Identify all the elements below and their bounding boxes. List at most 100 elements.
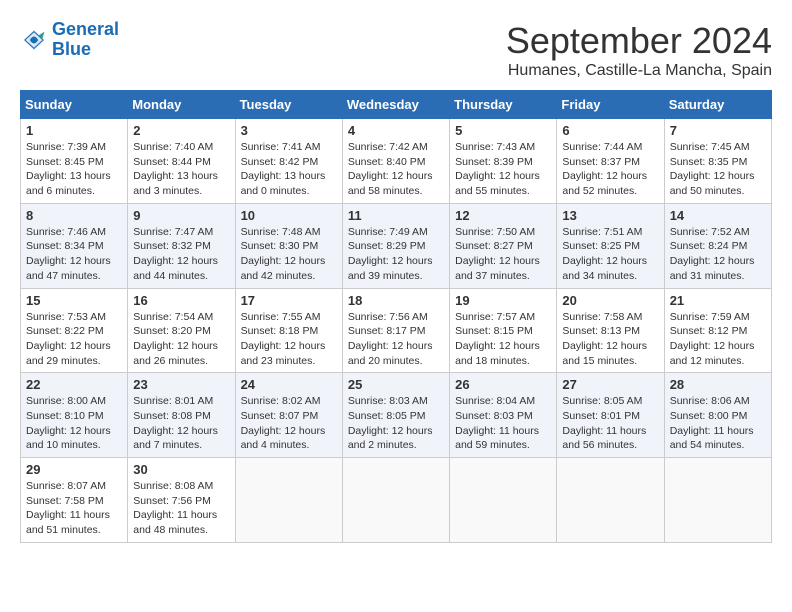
day-number: 13 [562,208,658,223]
main-title: September 2024 [506,20,772,62]
logo-text: General Blue [52,20,119,60]
day-number: 21 [670,293,766,308]
day-number: 9 [133,208,229,223]
calendar-cell: 20 Sunrise: 7:58 AM Sunset: 8:13 PM Dayli… [557,288,664,373]
day-info: Sunrise: 8:01 AM Sunset: 8:08 PM Dayligh… [133,394,229,453]
day-number: 26 [455,377,551,392]
calendar-cell: 17 Sunrise: 7:55 AM Sunset: 8:18 PM Dayli… [235,288,342,373]
calendar-table: SundayMondayTuesdayWednesdayThursdayFrid… [20,90,772,543]
day-info: Sunrise: 7:40 AM Sunset: 8:44 PM Dayligh… [133,140,229,199]
calendar-cell: 12 Sunrise: 7:50 AM Sunset: 8:27 PM Dayli… [450,203,557,288]
calendar-cell: 26 Sunrise: 8:04 AM Sunset: 8:03 PM Dayli… [450,373,557,458]
header-wednesday: Wednesday [342,91,449,119]
calendar-cell: 18 Sunrise: 7:56 AM Sunset: 8:17 PM Dayli… [342,288,449,373]
calendar-cell: 4 Sunrise: 7:42 AM Sunset: 8:40 PM Daylig… [342,119,449,204]
calendar-cell: 9Sunrise: 7:47 AM Sunset: 8:32 PM Daylig… [128,203,235,288]
day-number: 1 [26,123,122,138]
title-section: September 2024 Humanes, Castille-La Manc… [506,20,772,80]
day-number: 28 [670,377,766,392]
day-info: Sunrise: 7:43 AM Sunset: 8:39 PM Dayligh… [455,140,551,199]
day-info: Sunrise: 7:55 AM Sunset: 8:18 PM Dayligh… [241,310,337,369]
day-number: 29 [26,462,122,477]
day-info: Sunrise: 7:42 AM Sunset: 8:40 PM Dayligh… [348,140,444,199]
calendar-cell: 22 Sunrise: 8:00 AM Sunset: 8:10 PM Dayli… [21,373,128,458]
day-info: Sunrise: 7:51 AM Sunset: 8:25 PM Dayligh… [562,225,658,284]
calendar-cell [235,458,342,543]
day-number: 27 [562,377,658,392]
day-info: Sunrise: 7:58 AM Sunset: 8:13 PM Dayligh… [562,310,658,369]
day-number: 8 [26,208,122,223]
day-number: 19 [455,293,551,308]
calendar-cell: 29Sunrise: 8:07 AM Sunset: 7:58 PM Dayli… [21,458,128,543]
day-number: 17 [241,293,337,308]
logo: General Blue [20,20,119,60]
header-thursday: Thursday [450,91,557,119]
calendar-cell: 11 Sunrise: 7:49 AM Sunset: 8:29 PM Dayli… [342,203,449,288]
calendar-cell: 14Sunrise: 7:52 AM Sunset: 8:24 PM Dayli… [664,203,771,288]
calendar-cell: 19 Sunrise: 7:57 AM Sunset: 8:15 PM Dayli… [450,288,557,373]
day-info: Sunrise: 7:50 AM Sunset: 8:27 PM Dayligh… [455,225,551,284]
day-info: Sunrise: 7:52 AM Sunset: 8:24 PM Dayligh… [670,225,766,284]
day-number: 18 [348,293,444,308]
calendar-cell: 28 Sunrise: 8:06 AM Sunset: 8:00 PM Dayli… [664,373,771,458]
day-number: 15 [26,293,122,308]
day-info: Sunrise: 7:48 AM Sunset: 8:30 PM Dayligh… [241,225,337,284]
day-info: Sunrise: 8:06 AM Sunset: 8:00 PM Dayligh… [670,394,766,453]
day-number: 4 [348,123,444,138]
calendar-cell [450,458,557,543]
day-info: Sunrise: 8:08 AM Sunset: 7:56 PM Dayligh… [133,479,229,538]
week-row-4: 22 Sunrise: 8:00 AM Sunset: 8:10 PM Dayli… [21,373,772,458]
calendar-cell: 24 Sunrise: 8:02 AM Sunset: 8:07 PM Dayli… [235,373,342,458]
logo-line1: General [52,19,119,39]
day-number: 11 [348,208,444,223]
logo-line2: Blue [52,39,91,59]
day-info: Sunrise: 7:59 AM Sunset: 8:12 PM Dayligh… [670,310,766,369]
calendar-cell [342,458,449,543]
day-number: 30 [133,462,229,477]
day-number: 6 [562,123,658,138]
day-number: 22 [26,377,122,392]
header-tuesday: Tuesday [235,91,342,119]
calendar-cell: 21 Sunrise: 7:59 AM Sunset: 8:12 PM Dayli… [664,288,771,373]
day-number: 12 [455,208,551,223]
calendar-cell: 10 Sunrise: 7:48 AM Sunset: 8:30 PM Dayli… [235,203,342,288]
day-number: 23 [133,377,229,392]
day-info: Sunrise: 7:41 AM Sunset: 8:42 PM Dayligh… [241,140,337,199]
page-header: General Blue September 2024 Humanes, Cas… [20,20,772,80]
day-number: 20 [562,293,658,308]
day-info: Sunrise: 8:03 AM Sunset: 8:05 PM Dayligh… [348,394,444,453]
day-number: 25 [348,377,444,392]
day-info: Sunrise: 8:02 AM Sunset: 8:07 PM Dayligh… [241,394,337,453]
day-info: Sunrise: 7:53 AM Sunset: 8:22 PM Dayligh… [26,310,122,369]
calendar-cell [664,458,771,543]
day-info: Sunrise: 7:54 AM Sunset: 8:20 PM Dayligh… [133,310,229,369]
header-friday: Friday [557,91,664,119]
day-info: Sunrise: 7:44 AM Sunset: 8:37 PM Dayligh… [562,140,658,199]
calendar-header: SundayMondayTuesdayWednesdayThursdayFrid… [21,91,772,119]
day-info: Sunrise: 7:45 AM Sunset: 8:35 PM Dayligh… [670,140,766,199]
calendar-cell: 8Sunrise: 7:46 AM Sunset: 8:34 PM Daylig… [21,203,128,288]
calendar-cell: 2 Sunrise: 7:40 AM Sunset: 8:44 PM Daylig… [128,119,235,204]
day-number: 2 [133,123,229,138]
logo-icon [20,26,48,54]
calendar-cell: 16 Sunrise: 7:54 AM Sunset: 8:20 PM Dayli… [128,288,235,373]
day-info: Sunrise: 7:57 AM Sunset: 8:15 PM Dayligh… [455,310,551,369]
day-info: Sunrise: 8:04 AM Sunset: 8:03 PM Dayligh… [455,394,551,453]
calendar-cell: 6 Sunrise: 7:44 AM Sunset: 8:37 PM Daylig… [557,119,664,204]
day-info: Sunrise: 7:49 AM Sunset: 8:29 PM Dayligh… [348,225,444,284]
calendar-cell: 30 Sunrise: 8:08 AM Sunset: 7:56 PM Dayli… [128,458,235,543]
day-number: 16 [133,293,229,308]
week-row-1: 1Sunrise: 7:39 AM Sunset: 8:45 PM Daylig… [21,119,772,204]
calendar-body: 1Sunrise: 7:39 AM Sunset: 8:45 PM Daylig… [21,119,772,543]
day-info: Sunrise: 7:56 AM Sunset: 8:17 PM Dayligh… [348,310,444,369]
week-row-5: 29Sunrise: 8:07 AM Sunset: 7:58 PM Dayli… [21,458,772,543]
day-info: Sunrise: 8:00 AM Sunset: 8:10 PM Dayligh… [26,394,122,453]
calendar-cell: 1Sunrise: 7:39 AM Sunset: 8:45 PM Daylig… [21,119,128,204]
day-number: 7 [670,123,766,138]
calendar-cell: 27Sunrise: 8:05 AM Sunset: 8:01 PM Dayli… [557,373,664,458]
day-number: 3 [241,123,337,138]
calendar-cell: 7 Sunrise: 7:45 AM Sunset: 8:35 PM Daylig… [664,119,771,204]
calendar-cell [557,458,664,543]
day-number: 10 [241,208,337,223]
day-number: 24 [241,377,337,392]
